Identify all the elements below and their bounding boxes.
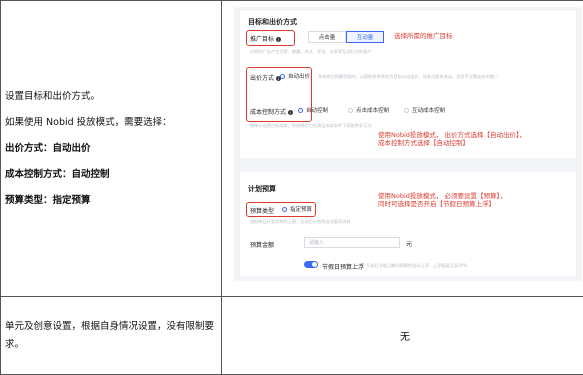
budget-type-radio[interactable]: 指定预算 [282, 205, 312, 213]
goal-bid-panel: 目标和出价方式 推广目标i 点击量 互动量 选择所需的推广目标 对您的广告产生点… [240, 11, 576, 158]
budget-amount-label: 预算金额 [250, 240, 274, 249]
cost-control-label: 成本控制方式i [250, 107, 293, 116]
budget-unit: 元 [406, 239, 412, 248]
table-row: 单元及创意设置，根据自身情况设置，没有限制要求。 无 [1, 297, 583, 375]
table-row: 设置目标和出价方式。 如果使用 Nobid 投放模式，需要选择： 出价方式：自动… [1, 1, 583, 297]
info-icon: i [276, 37, 281, 42]
cost-control-interaction-radio[interactable]: 互动成本控制 [404, 106, 445, 114]
holiday-toggle-label: 节假日预算上浮 [322, 262, 364, 271]
row1-description: 设置目标和出价方式。 如果使用 Nobid 投放模式，需要选择： 出价方式：自动… [5, 90, 221, 207]
budget-annotation: 使用Nobid投放模式， 必须要设置【预算】， 同时可选择是否开启【节假日预算上… [378, 192, 506, 208]
goal-annotation: 选择所需的推广目标 [394, 32, 453, 40]
mode-text: 如果使用 Nobid 投放模式，需要选择： [5, 116, 221, 129]
row1-left-cell: 设置目标和出价方式。 如果使用 Nobid 投放模式，需要选择： 出价方式：自动… [1, 1, 222, 297]
radio-icon [404, 108, 409, 113]
goal-option-interactions[interactable]: 互动量 [346, 31, 384, 43]
radio-icon [348, 108, 353, 113]
bid-method-hint: 系统将在预算范围内，以获取更多转化为目标自动出价，成本可能有波动，适合不设置出价… [318, 74, 498, 80]
cost-control-auto-radio[interactable]: 自动控制 [298, 106, 328, 114]
section-title-goal: 目标和出价方式 [248, 17, 297, 27]
promo-goal-selector: 点击量 互动量 [308, 31, 384, 43]
budget-amount-input[interactable]: 请输入 [304, 237, 400, 248]
radio-selected-icon [298, 108, 303, 113]
none-text: 无 [400, 332, 410, 343]
budget-type-text: 预算类型：指定预算 [5, 194, 221, 207]
cost-control-click-radio[interactable]: 点击成本控制 [348, 106, 389, 114]
promo-goal-hint: 对您的广告产生点赞、收藏、关注、评论、分享等互动行为的客户 [250, 49, 371, 55]
row2-right-cell: 无 [222, 297, 583, 375]
holiday-toggle[interactable] [304, 261, 318, 268]
goal-option-clicks[interactable]: 点击量 [308, 31, 346, 43]
budget-type-label: 预算类型 [250, 206, 274, 215]
row1-right-cell: 目标和出价方式 推广目标i 点击量 互动量 选择所需的推广目标 对您的广告产生点… [222, 1, 583, 297]
bid-method-radio[interactable]: 自动出价 [280, 72, 310, 80]
section-title-budget: 计划预算 [248, 184, 276, 194]
budget-panel: 计划预算 使用Nobid投放模式， 必须要设置【预算】， 同时可选择是否开启【节… [240, 172, 576, 276]
bid-annotation: 使用Nobid投放模式， 出价方式选择【自动出价】， 成本控制方式选择【自动控制… [378, 131, 526, 147]
bid-method-text: 出价方式：自动出价 [5, 142, 221, 155]
bid-method-label: 出价方式i [250, 73, 281, 82]
bid-annotation-line2: 成本控制方式选择【自动控制】 [378, 139, 526, 147]
budget-type-hint: 限制每日计划消耗的上限，达成后计划将自动暂停消耗 [250, 219, 351, 225]
bid-annotation-line1: 使用Nobid投放模式， 出价方式选择【自动出价】， [378, 131, 526, 139]
radio-selected-icon [282, 207, 287, 212]
radio-selected-icon [280, 74, 285, 79]
instruction-table: 设置目标和出价方式。 如果使用 Nobid 投放模式，需要选择： 出价方式：自动… [0, 0, 583, 375]
holiday-toggle-hint: 开启后节假日期间预算将自动上浮，上浮幅度至多20% [366, 263, 467, 269]
budget-annotation-line2: 同时可选择是否开启【节假日预算上浮】 [378, 200, 506, 208]
budget-annotation-line1: 使用Nobid投放模式， 必须要设置【预算】， [378, 192, 506, 200]
cost-control-text: 成本控制方式：自动控制 [5, 168, 221, 181]
info-icon: i [288, 110, 293, 115]
intro-text: 设置目标和出价方式。 [5, 90, 221, 103]
promo-goal-label: 推广目标i [250, 34, 281, 43]
embedded-screenshot: 目标和出价方式 推广目标i 点击量 互动量 选择所需的推广目标 对您的广告产生点… [234, 7, 582, 281]
cost-control-hint: 按单元设置目标成本，系统将尽力在满足成本条件下获取更多互动 [250, 123, 371, 129]
row2-description: 单元及创意设置，根据自身情况设置，没有限制要求。 [5, 318, 221, 354]
row2-left-cell: 单元及创意设置，根据自身情况设置，没有限制要求。 [1, 297, 222, 375]
